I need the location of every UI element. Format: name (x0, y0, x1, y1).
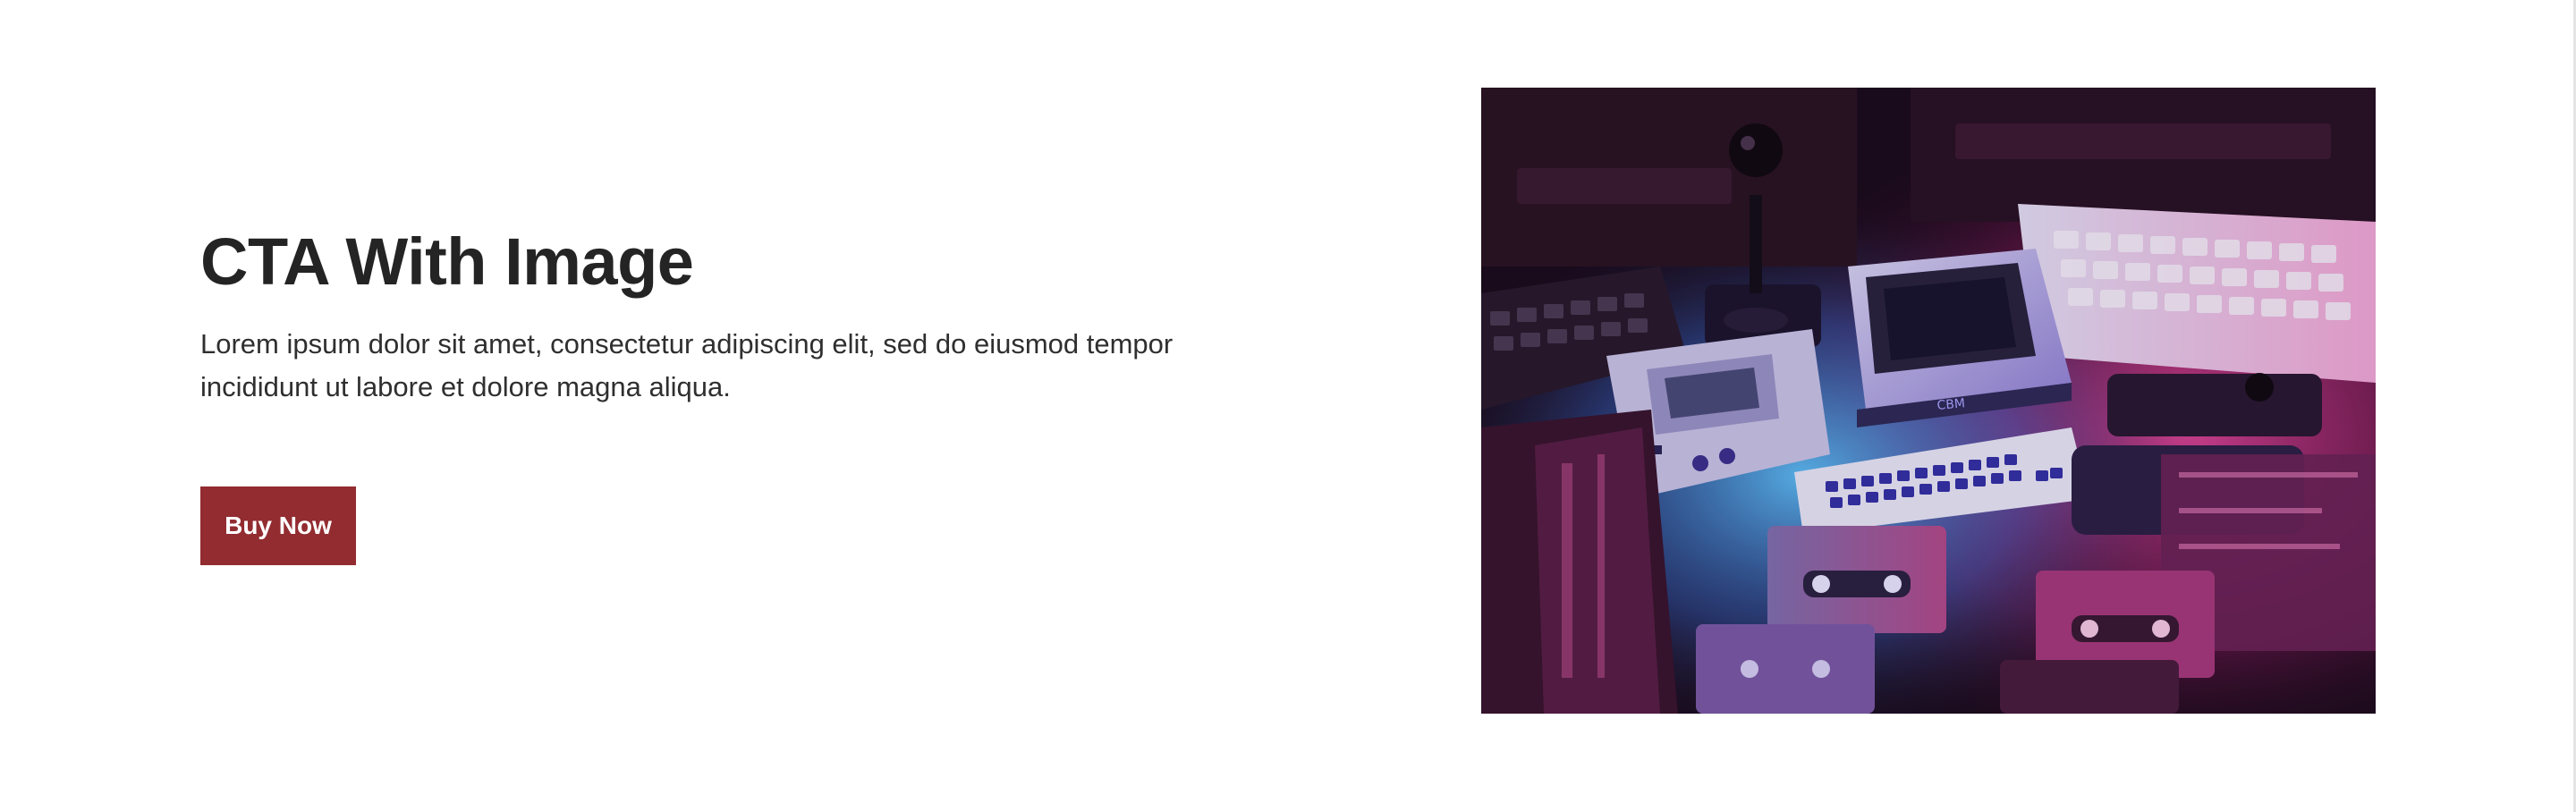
cta-image: CBM (1481, 88, 2376, 714)
cta-section: CTA With Image Lorem ipsum dolor sit ame… (0, 0, 2576, 812)
cta-description: Lorem ipsum dolor sit amet, consectetur … (200, 327, 1174, 402)
cta-text-block: CTA With Image Lorem ipsum dolor sit ame… (200, 224, 1274, 409)
cta-heading: CTA With Image (200, 224, 694, 299)
buy-now-button[interactable]: Buy Now (200, 486, 356, 565)
